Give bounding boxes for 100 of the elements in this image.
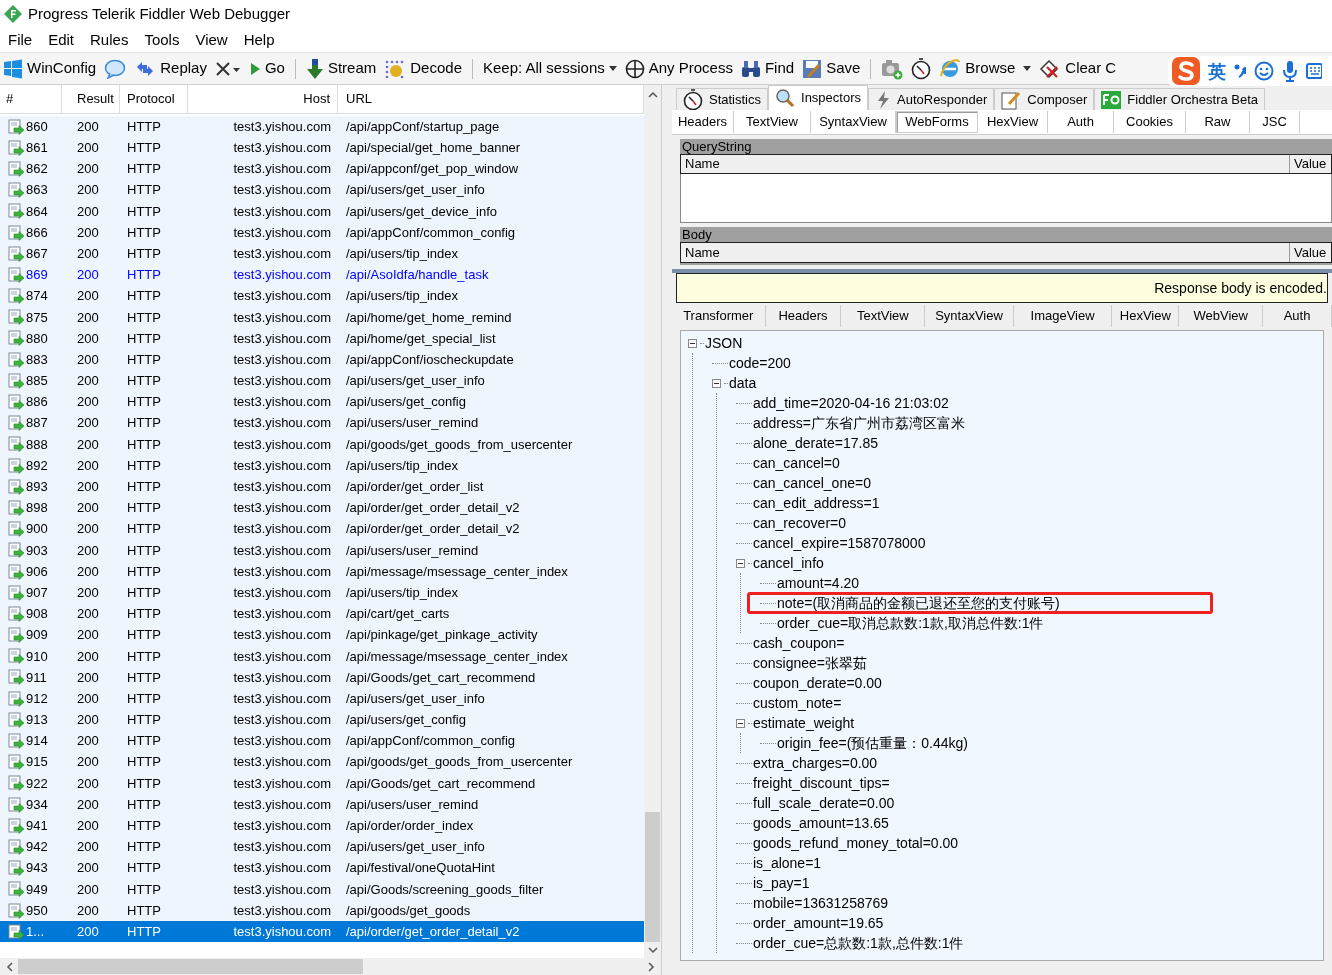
session-row[interactable]: 910 200 HTTP test3.yishou.com /api/message/msessage_center_index bbox=[0, 645, 645, 667]
tab[interactable]: WebView bbox=[1179, 304, 1264, 327]
session-row[interactable]: 942 200 HTTP test3.yishou.com /api/users/get_user_info bbox=[0, 836, 645, 858]
tree-node[interactable]: can_cancel=0 bbox=[753, 455, 840, 471]
session-row[interactable]: 912 200 HTTP test3.yishou.com /api/users/get_user_info bbox=[0, 688, 645, 710]
session-row[interactable]: 900 200 HTTP test3.yishou.com /api/order/get_order_detail_v2 bbox=[0, 518, 645, 540]
session-row[interactable]: 898 200 HTTP test3.yishou.com /api/order/get_order_detail_v2 bbox=[0, 497, 645, 519]
column-header[interactable]: Name bbox=[681, 243, 1289, 262]
session-row[interactable]: 886 200 HTTP test3.yishou.com /api/users/get_config bbox=[0, 391, 645, 413]
tree-node[interactable]: order_cue=取消总款数:1款,取消总件数:1件 bbox=[777, 615, 1044, 631]
tree-node[interactable]: add_time=2020-04-16 21:03:02 bbox=[753, 395, 949, 411]
session-row[interactable]: 934 200 HTTP test3.yishou.com /api/users/user_remind bbox=[0, 794, 645, 816]
tree-node[interactable]: consignee=张翠茹 bbox=[753, 655, 867, 671]
tab[interactable]: Auth bbox=[1263, 304, 1332, 327]
toolbar-button[interactable]: WinConfig bbox=[3, 57, 97, 80]
tree-node[interactable]: order_cue=总款数:1款,总件数:1件 bbox=[753, 935, 964, 951]
tab[interactable]: Raw bbox=[1186, 111, 1250, 133]
collapse-toggle[interactable] bbox=[688, 338, 697, 348]
toolbar-button[interactable]: Find bbox=[740, 57, 795, 80]
toolbar-button[interactable]: Browse bbox=[939, 57, 1016, 80]
tab[interactable]: SyntaxView bbox=[925, 304, 1014, 327]
session-row[interactable]: 943 200 HTTP test3.yishou.com /api/festival/oneQuotaHint bbox=[0, 857, 645, 879]
scroll-down-icon[interactable] bbox=[647, 946, 658, 954]
tree-node[interactable]: freight_discount_tips= bbox=[753, 775, 890, 791]
tab[interactable]: HexView bbox=[1112, 304, 1180, 327]
speech-bubble-icon[interactable] bbox=[104, 58, 127, 79]
session-row[interactable]: 915 200 HTTP test3.yishou.com /api/goods/get_goods_from_usercenter bbox=[0, 751, 645, 773]
tree-node[interactable]: cancel_info bbox=[753, 555, 824, 571]
collapse-toggle[interactable] bbox=[736, 558, 745, 568]
tab[interactable]: WebForms bbox=[896, 111, 978, 133]
menu-item[interactable]: File bbox=[8, 28, 33, 52]
session-row[interactable]: 903 200 HTTP test3.yishou.com /api/users/user_remind bbox=[0, 539, 645, 561]
toolbar-button[interactable]: Decode bbox=[384, 57, 462, 80]
input-mode-toggle[interactable]: 英 bbox=[1208, 57, 1226, 85]
session-row[interactable]: 883 200 HTTP test3.yishou.com /api/appConf/ioscheckupdate bbox=[0, 349, 645, 371]
column-header[interactable]: Value bbox=[1289, 155, 1331, 173]
session-row[interactable]: 914 200 HTTP test3.yishou.com /api/appConf/common_config bbox=[0, 730, 645, 752]
tree-node[interactable]: full_scale_derate=0.00 bbox=[753, 795, 895, 811]
tree-node[interactable]: goods_refund_money_total=0.00 bbox=[753, 835, 959, 851]
toolbar-button[interactable]: Stream bbox=[305, 57, 377, 80]
collapse-toggle[interactable] bbox=[736, 718, 745, 728]
session-row[interactable]: 885 200 HTTP test3.yishou.com /api/users/get_user_info bbox=[0, 370, 645, 392]
column-header[interactable]: Value bbox=[1289, 243, 1331, 262]
session-row[interactable]: 906 200 HTTP test3.yishou.com /api/message/msessage_center_index bbox=[0, 560, 645, 583]
column-header[interactable]: Host bbox=[188, 85, 338, 113]
menu-item[interactable]: Tools bbox=[144, 28, 180, 52]
toolbar-button[interactable]: Any Process bbox=[624, 57, 733, 80]
horizontal-scrollbar[interactable] bbox=[0, 958, 661, 975]
tree-node[interactable]: mobile=13631258769 bbox=[753, 895, 889, 911]
session-row[interactable]: 869 200 HTTP test3.yishou.com /api/AsoIdfa/handle_task bbox=[0, 264, 645, 286]
tab[interactable]: Transformer bbox=[672, 304, 766, 327]
column-header[interactable]: Name bbox=[681, 155, 1289, 173]
session-row[interactable]: 874 200 HTTP test3.yishou.com /api/users/tip_index bbox=[0, 285, 645, 307]
tree-node[interactable]: address=广东省广州市荔湾区富米 bbox=[753, 415, 965, 431]
keyboard-icon[interactable] bbox=[1306, 62, 1322, 80]
menu-item[interactable]: Help bbox=[243, 28, 275, 52]
stopwatch-icon[interactable] bbox=[911, 57, 932, 80]
session-row[interactable]: 875 200 HTTP test3.yishou.com /api/home/get_home_remind bbox=[0, 306, 645, 328]
session-row[interactable]: 866 200 HTTP test3.yishou.com /api/appConf/common_config bbox=[0, 221, 645, 244]
toolbar-button[interactable]: Save bbox=[802, 57, 861, 80]
tree-node[interactable]: coupon_derate=0.00 bbox=[753, 675, 882, 691]
session-row[interactable]: 892 200 HTTP test3.yishou.com /api/users/tip_index bbox=[0, 455, 645, 477]
tree-node[interactable]: data bbox=[729, 375, 757, 391]
encoding-notice[interactable]: Response body is encoded. bbox=[676, 273, 1328, 303]
caret-icon[interactable] bbox=[1023, 65, 1032, 72]
tab[interactable]: Headers bbox=[672, 111, 734, 133]
session-row[interactable]: 941 200 HTTP test3.yishou.com /api/order/order_index bbox=[0, 815, 645, 837]
session-row[interactable]: 880 200 HTTP test3.yishou.com /api/home/get_special_list bbox=[0, 327, 645, 350]
session-row[interactable]: 913 200 HTTP test3.yishou.com /api/users/get_config bbox=[0, 709, 645, 731]
session-row[interactable]: 949 200 HTTP test3.yishou.com /api/Goods/screening_goods_filter bbox=[0, 878, 645, 900]
tree-node[interactable]: is_alone=1 bbox=[753, 855, 822, 871]
tab[interactable]: Headers bbox=[765, 304, 842, 327]
scroll-right-icon[interactable] bbox=[647, 961, 655, 972]
tab[interactable]: AutoResponder bbox=[868, 88, 995, 110]
tree-node[interactable]: cancel_expire=1587078000 bbox=[753, 535, 926, 551]
session-row[interactable]: 887 200 HTTP test3.yishou.com /api/users/user_remind bbox=[0, 412, 645, 434]
session-row[interactable]: 922 200 HTTP test3.yishou.com /api/Goods/get_cart_recommend bbox=[0, 772, 645, 794]
tree-node[interactable]: order_amount=19.65 bbox=[753, 915, 884, 931]
ime-logo-icon[interactable] bbox=[1172, 57, 1200, 85]
tab[interactable]: Cookies bbox=[1114, 111, 1186, 133]
tab[interactable]: ImageView bbox=[1013, 304, 1113, 327]
scroll-thumb[interactable] bbox=[18, 959, 363, 974]
tree-node[interactable]: code=200 bbox=[729, 355, 791, 371]
tree-node[interactable]: estimate_weight bbox=[753, 715, 855, 731]
scroll-left-icon[interactable] bbox=[6, 961, 14, 972]
session-row[interactable]: 911 200 HTTP test3.yishou.com /api/Goods/get_cart_recommend bbox=[0, 666, 645, 689]
column-header[interactable]: # bbox=[0, 85, 62, 113]
tab[interactable]: Statistics bbox=[676, 88, 768, 110]
session-row[interactable]: 908 200 HTTP test3.yishou.com /api/cart/get_carts bbox=[0, 603, 645, 625]
tree-node[interactable]: goods_amount=13.65 bbox=[753, 815, 889, 831]
tab[interactable]: HexView bbox=[978, 111, 1048, 133]
session-row[interactable]: 867 200 HTTP test3.yishou.com /api/users/tip_index bbox=[0, 243, 645, 265]
tree-node[interactable]: cash_coupon= bbox=[753, 635, 845, 651]
tab[interactable]: JSC bbox=[1250, 111, 1300, 133]
session-row[interactable]: 863 200 HTTP test3.yishou.com /api/users/get_user_info bbox=[0, 179, 645, 201]
tab[interactable]: Composer bbox=[994, 88, 1095, 110]
tree-node[interactable]: origin_fee=(预估重量：0.44kg) bbox=[777, 735, 969, 751]
remove-icon[interactable] bbox=[214, 60, 241, 77]
scroll-up-icon[interactable] bbox=[647, 91, 658, 99]
tab[interactable]: TextView bbox=[734, 111, 811, 133]
